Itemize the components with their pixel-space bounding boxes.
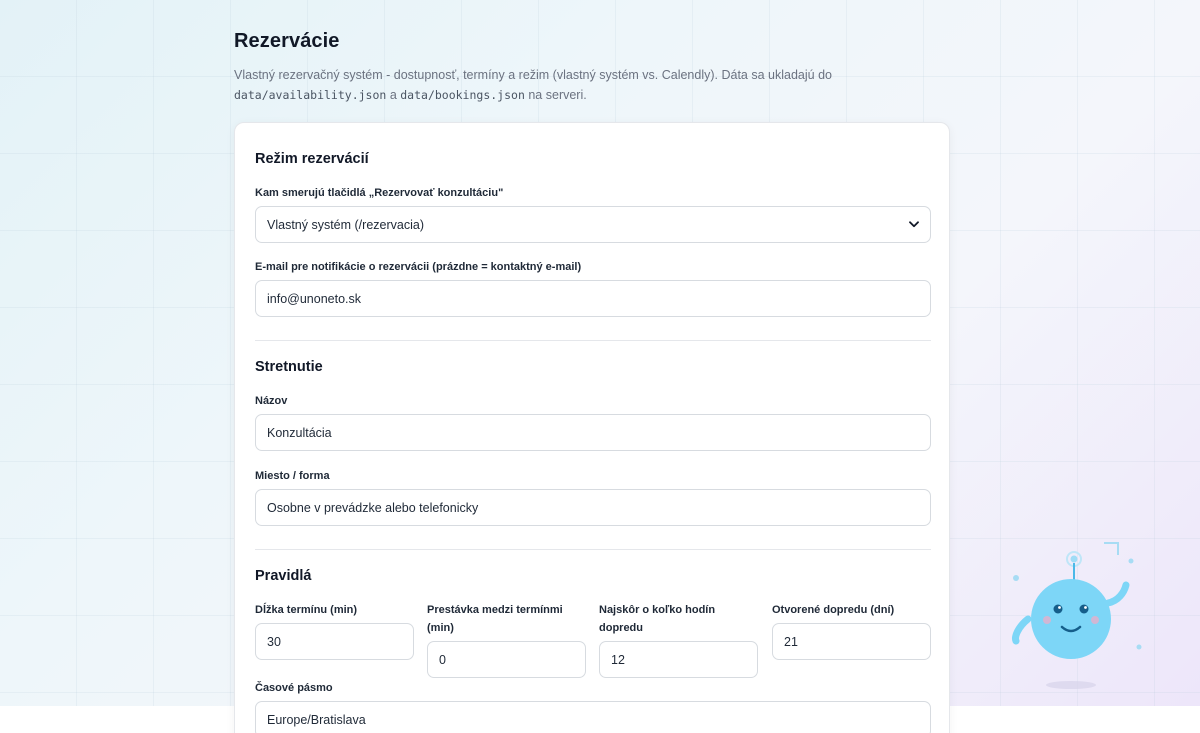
meeting-place-label: Miesto / forma bbox=[255, 470, 330, 482]
section-title-mode: Režim rezervácií bbox=[255, 151, 369, 167]
meeting-place-input[interactable]: Osobne v prevádzke alebo telefonicky bbox=[255, 489, 931, 526]
section-title-rules: Pravidlá bbox=[255, 568, 312, 584]
booking-target-value: Vlastný systém (/rezervacia) bbox=[267, 217, 424, 232]
availability-file-path: data/availability.json bbox=[234, 88, 387, 102]
chevron-down-icon bbox=[909, 219, 919, 231]
lead-time-input[interactable]: 12 bbox=[599, 641, 758, 678]
duration-label: Dĺžka termínu (min) bbox=[255, 604, 358, 616]
timezone-label: Časové pásmo bbox=[255, 682, 333, 694]
section-divider bbox=[255, 340, 931, 341]
robot-mascot-icon bbox=[1000, 535, 1150, 695]
reservations-settings-card: Režim rezervácií Kam smerujú tlačidlá „R… bbox=[234, 122, 950, 733]
break-label: Prestávka medzi termínmi (min) bbox=[427, 604, 563, 634]
section-title-meeting: Stretnutie bbox=[255, 359, 323, 375]
description-suffix: na serveri. bbox=[528, 88, 587, 102]
duration-input[interactable]: 30 bbox=[255, 623, 414, 660]
meeting-name-input[interactable]: Konzultácia bbox=[255, 414, 931, 451]
description-conjunction: a bbox=[389, 88, 397, 102]
open-ahead-input[interactable]: 21 bbox=[772, 623, 931, 660]
notification-email-input[interactable]: info@unoneto.sk bbox=[255, 280, 931, 317]
lead-time-label: Najskôr o koľko hodín dopredu bbox=[599, 604, 716, 634]
break-input[interactable]: 0 bbox=[427, 641, 586, 678]
description-text: Vlastný rezervačný systém - dostupnosť, … bbox=[234, 68, 832, 82]
timezone-input[interactable]: Europe/Bratislava bbox=[255, 701, 931, 733]
open-ahead-label: Otvorené dopredu (dní) bbox=[772, 604, 895, 616]
booking-target-label: Kam smerujú tlačidlá „Rezervovať konzult… bbox=[255, 187, 504, 199]
page-description: Vlastný rezervačný systém - dostupnosť, … bbox=[234, 65, 934, 105]
section-divider bbox=[255, 549, 931, 550]
bookings-file-path: data/bookings.json bbox=[400, 88, 525, 102]
meeting-name-label: Názov bbox=[255, 395, 288, 407]
page-header: Rezervácie Vlastný rezervačný systém - d… bbox=[234, 30, 934, 105]
booking-target-select[interactable]: Vlastný systém (/rezervacia) bbox=[255, 206, 931, 243]
notification-email-label: E-mail pre notifikácie o rezervácii (prá… bbox=[255, 261, 582, 273]
page-title: Rezervácie bbox=[234, 30, 340, 52]
